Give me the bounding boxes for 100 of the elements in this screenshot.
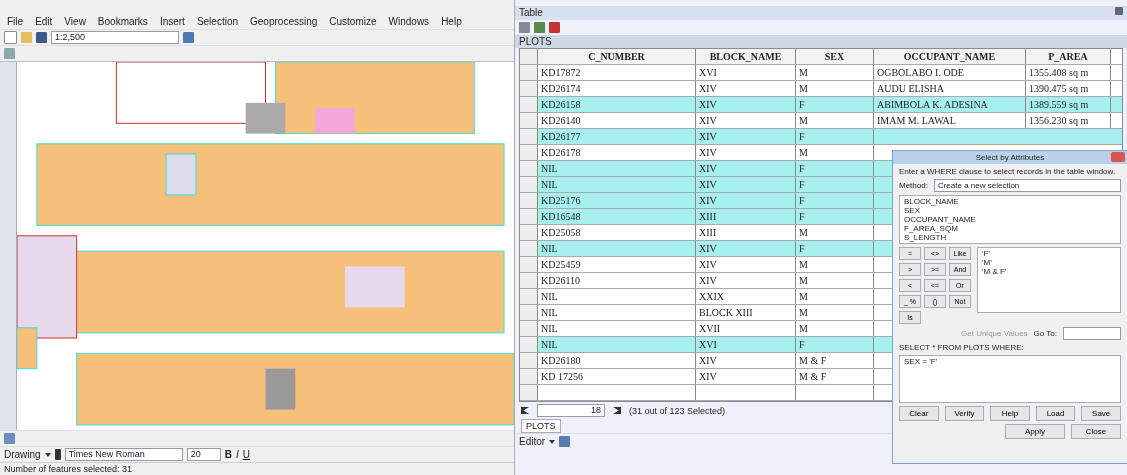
- column-header[interactable]: OCCUPANT_NAME: [874, 49, 1026, 64]
- table-cell: XIV: [696, 273, 796, 288]
- table-cell: M: [796, 321, 874, 336]
- row-header[interactable]: [520, 209, 538, 224]
- menu-item[interactable]: View: [63, 16, 87, 27]
- row-header[interactable]: [520, 337, 538, 352]
- bold-button[interactable]: B: [224, 449, 232, 460]
- list-item[interactable]: S_LENGTH: [904, 233, 1116, 242]
- table-cell: XIV: [696, 241, 796, 256]
- table-row[interactable]: KD17872 XVI M OGBOLABO I. ODE 1355.408 sq m: [520, 65, 1122, 81]
- table-cell: XIV: [696, 353, 796, 368]
- list-item[interactable]: SEX: [904, 206, 1116, 215]
- row-header[interactable]: [520, 193, 538, 208]
- table-cell: KD26178: [538, 145, 696, 160]
- dialog-button[interactable]: Clear: [899, 406, 939, 421]
- table-cell: KD26174: [538, 81, 696, 96]
- row-header[interactable]: [520, 81, 538, 96]
- record-field[interactable]: 18: [537, 404, 605, 417]
- dialog-button[interactable]: Load: [1035, 406, 1076, 421]
- table-cell: OGBOLABO I. ODE: [874, 65, 1026, 80]
- table-cell: 1389.559 sq m: [1026, 97, 1111, 112]
- column-header[interactable]: P_AREA: [1026, 49, 1111, 64]
- table-cell: XIV: [696, 257, 796, 272]
- query-field[interactable]: SEX = 'F': [899, 355, 1121, 403]
- column-header[interactable]: BLOCK_NAME: [696, 49, 796, 64]
- field-list[interactable]: BLOCK_NAME SEX OCCUPANT_NAME F_AREA_SQM S_LENGTH: [899, 195, 1121, 244]
- row-header[interactable]: [520, 369, 538, 384]
- table-cell: M: [796, 65, 874, 80]
- table-row[interactable]: KD26177 XIV F: [520, 129, 1122, 145]
- menu-item[interactable]: Selection: [195, 16, 240, 27]
- table-tab[interactable]: PLOTS: [521, 419, 561, 433]
- table-cell: XIV: [696, 177, 796, 192]
- row-header[interactable]: [520, 353, 538, 368]
- row-header[interactable]: [520, 225, 538, 240]
- italic-button[interactable]: I: [235, 449, 239, 460]
- list-item[interactable]: 'F': [982, 249, 1116, 258]
- menu-item[interactable]: Help: [440, 16, 463, 27]
- row-header[interactable]: [520, 289, 538, 304]
- table-row[interactable]: KD26158 XIV F ABIMBOLA K. ADESINA 1389.559 sq m: [520, 97, 1122, 113]
- dropdown-arrow-icon[interactable]: [549, 439, 556, 444]
- scale-field[interactable]: 1:2,500: [51, 31, 179, 44]
- list-item[interactable]: OCCUPANT_NAME: [904, 215, 1116, 224]
- table-cell: KD25058: [538, 225, 696, 240]
- first-record-icon[interactable]: [521, 407, 529, 414]
- drawing-menu[interactable]: Drawing: [4, 449, 41, 460]
- row-header[interactable]: [520, 177, 538, 192]
- table-cell: M: [796, 305, 874, 320]
- list-item[interactable]: BLOCK_NAME: [904, 197, 1116, 206]
- table-cell: F: [796, 129, 874, 144]
- row-header[interactable]: [520, 113, 538, 128]
- goto-field[interactable]: [1063, 327, 1121, 340]
- list-item[interactable]: F_AREA_SQM: [904, 224, 1116, 233]
- value-list[interactable]: 'F' 'M' 'M & F': [977, 247, 1121, 313]
- last-record-icon[interactable]: [613, 407, 621, 414]
- table-cell: KD26158: [538, 97, 696, 112]
- row-header[interactable]: [520, 305, 538, 320]
- table-cell: XIV: [696, 129, 796, 144]
- table-cell: 1356.230 sq m: [1026, 113, 1111, 128]
- table-cell: XIII: [696, 209, 796, 224]
- dialog-button[interactable]: Help: [990, 406, 1030, 421]
- row-header[interactable]: [520, 129, 538, 144]
- menu-item[interactable]: Bookmarks: [96, 16, 149, 27]
- menu-item[interactable]: Geoprocessing: [249, 16, 319, 27]
- font-size-field[interactable]: 20: [186, 448, 221, 461]
- dropdown-arrow-icon[interactable]: [44, 452, 51, 457]
- list-item[interactable]: 'M & F': [982, 267, 1116, 276]
- dialog-button[interactable]: Save: [1081, 406, 1121, 421]
- row-header[interactable]: [520, 241, 538, 256]
- table-cell: F: [796, 241, 874, 256]
- row-header[interactable]: [520, 145, 538, 160]
- window-title: Table: [519, 7, 543, 18]
- column-header[interactable]: SEX: [796, 49, 874, 64]
- row-header[interactable]: [520, 65, 538, 80]
- row-header[interactable]: [520, 97, 538, 112]
- row-header[interactable]: [520, 161, 538, 176]
- layer-tab-header[interactable]: PLOTS: [515, 35, 1127, 48]
- method-dropdown[interactable]: Create a new selection: [933, 179, 1121, 192]
- table-cell: ABIMBOLA K. ADESINA: [874, 97, 1026, 112]
- list-item[interactable]: 'M': [982, 258, 1116, 267]
- dialog-button[interactable]: Verify: [944, 406, 985, 421]
- apply-button[interactable]: Apply: [1005, 424, 1065, 439]
- menu-item[interactable]: Edit: [34, 16, 54, 27]
- table-cell: M: [796, 113, 874, 128]
- underline-button[interactable]: U: [242, 449, 250, 460]
- table-cell: NIL: [538, 241, 696, 256]
- table-cell: F: [796, 97, 874, 112]
- menu-item[interactable]: Insert: [158, 16, 186, 27]
- row-header[interactable]: [520, 321, 538, 336]
- menu-item[interactable]: Windows: [387, 16, 431, 27]
- menu-item[interactable]: File: [6, 16, 25, 27]
- row-header[interactable]: [520, 273, 538, 288]
- row-header[interactable]: [520, 257, 538, 272]
- menu-item[interactable]: Customize: [328, 16, 378, 27]
- font-field[interactable]: Times New Roman: [64, 448, 183, 461]
- table-cell: M & F: [796, 369, 874, 384]
- editor-menu[interactable]: Editor: [519, 436, 546, 447]
- column-header[interactable]: C_NUMBER: [538, 49, 696, 64]
- table-cell: BLOCK XIII: [696, 305, 796, 320]
- close-button[interactable]: Close: [1071, 424, 1121, 439]
- table-cell: KD25459: [538, 257, 696, 272]
